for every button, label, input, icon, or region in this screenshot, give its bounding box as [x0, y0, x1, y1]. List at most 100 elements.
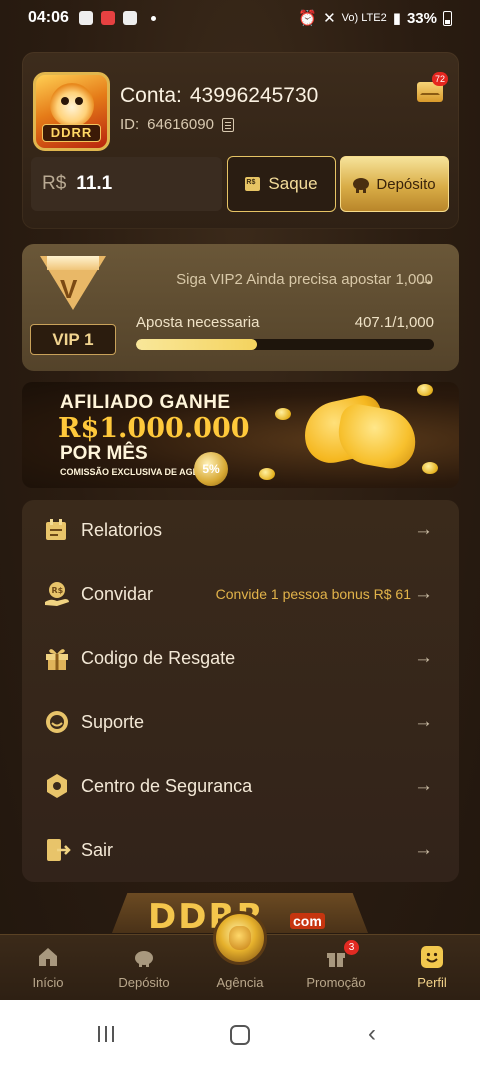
- menu-item-convidar[interactable]: R$ Convidar Convide 1 pessoa bonus R$ 61…: [22, 562, 459, 626]
- withdraw-button[interactable]: Saque: [227, 156, 336, 212]
- menu-item-sair[interactable]: Sair →: [22, 818, 459, 882]
- signal-icon: ▮: [392, 10, 401, 27]
- vip-progress-fill: [136, 339, 258, 350]
- nav-label: Promoção: [306, 975, 366, 990]
- deposit-label: Depósito: [376, 175, 436, 193]
- withdraw-label: Saque: [268, 174, 318, 193]
- banner-line-1: AFILIADO GANHE: [60, 392, 231, 413]
- coin-icon: [259, 468, 275, 480]
- arrow-right-icon: →: [414, 583, 433, 604]
- notification-icons: [78, 11, 156, 25]
- app-notification-icon: [100, 11, 115, 25]
- bet-required-label: Aposta necessaria: [136, 314, 260, 331]
- handshake-icon: [298, 390, 421, 478]
- coin-icon: [422, 462, 438, 474]
- account-number: 43996245730: [189, 84, 319, 107]
- gallery-icon: [78, 11, 93, 25]
- menu-list: Relatorios → R$ Convidar Convide 1 pesso…: [22, 500, 459, 882]
- account-card: DDRR Conta: 43996245730 ID: 64616090 72 R…: [22, 52, 459, 229]
- id-label: ID:: [120, 116, 140, 133]
- recent-apps-icon[interactable]: [96, 1026, 116, 1042]
- id-line: ID: 64616090: [120, 116, 234, 133]
- battery-icon: [443, 10, 452, 26]
- mail-count-badge: 72: [432, 72, 448, 86]
- menu-label: Convidar: [81, 583, 154, 604]
- balance-display: R$ 11.1: [31, 157, 222, 211]
- mail-button[interactable]: 72: [417, 72, 448, 103]
- footer-logo-suffix: com: [290, 913, 325, 929]
- avatar-logo: DDRR: [42, 124, 101, 142]
- vip-message: Siga VIP2 Ainda precisa apostar 1,000: [176, 271, 433, 288]
- support-icon: [46, 711, 68, 733]
- vip-progress-bar: [136, 339, 434, 350]
- arrow-right-icon: →: [414, 519, 433, 540]
- promo-count-badge: 3: [344, 940, 359, 955]
- arrow-right-icon: →: [414, 647, 433, 668]
- nav-label: Início: [32, 975, 64, 990]
- smiley-icon: [421, 946, 443, 968]
- menu-item-codigo-resgate[interactable]: Codigo de Resgate →: [22, 626, 459, 690]
- account-label: Conta:: [120, 84, 182, 107]
- invite-bonus-text: Convide 1 pessoa bonus R$ 61: [215, 586, 411, 602]
- menu-item-centro-seguranca[interactable]: Centro de Seguranca →: [22, 754, 459, 818]
- network-indicator: Vo) LTE2: [341, 12, 387, 24]
- system-navigation-bar: ‹: [0, 1000, 480, 1066]
- nav-promocao[interactable]: Promoção: [288, 935, 384, 1001]
- coin-icon: [275, 408, 291, 420]
- menu-label: Codigo de Resgate: [81, 647, 236, 668]
- arrow-right-icon: →: [414, 775, 433, 796]
- banner-line-3: POR MÊS: [60, 443, 148, 464]
- balance-amount: 11.1: [76, 173, 113, 194]
- vip-level-badge: VIP 1: [30, 324, 116, 355]
- menu-label: Relatorios: [81, 519, 163, 540]
- vip-diamond-icon: V: [40, 256, 106, 314]
- home-button-icon[interactable]: [230, 1025, 250, 1045]
- piggy-bank-icon: [353, 178, 370, 193]
- tiger-mascot-icon: [50, 83, 94, 127]
- back-icon[interactable]: ‹: [368, 1022, 376, 1046]
- piggy-bank-icon: [135, 951, 153, 967]
- gift-icon: [46, 649, 68, 670]
- menu-label: Suporte: [81, 711, 145, 732]
- status-time: 04:06: [28, 9, 69, 26]
- bet-required-value: 407.1/1,000: [354, 314, 434, 331]
- menu-label: Centro de Seguranca: [81, 775, 253, 796]
- invite-coin-icon: R$: [45, 582, 69, 606]
- withdraw-icon: [245, 177, 261, 191]
- affiliate-banner[interactable]: AFILIADO GANHE R$1.000.000 POR MÊS COMIS…: [22, 382, 459, 488]
- menu-label: Sair: [81, 839, 114, 860]
- nav-label: Agência: [216, 975, 264, 990]
- nav-deposito[interactable]: Depósito: [96, 935, 192, 1001]
- menu-item-suporte[interactable]: Suporte →: [22, 690, 459, 754]
- arrow-right-icon: →: [414, 711, 433, 732]
- deposit-button[interactable]: Depósito: [340, 156, 449, 212]
- banner-percent-coin: 5%: [194, 452, 228, 486]
- nav-perfil[interactable]: Perfil: [384, 935, 480, 1001]
- security-icon: [47, 774, 67, 798]
- banner-line-2: R$1.000.000: [58, 413, 250, 444]
- mute-icon: ✕: [323, 10, 336, 27]
- avatar[interactable]: DDRR: [33, 72, 110, 151]
- id-value: 64616090: [147, 116, 214, 133]
- nav-label: Depósito: [118, 975, 170, 990]
- coin-icon: [417, 384, 433, 396]
- exit-icon: [47, 839, 71, 861]
- account-line: Conta: 43996245730: [120, 84, 318, 108]
- money-bag-icon[interactable]: [213, 911, 267, 965]
- system-status: ⏰ ✕ Vo) LTE2 ▮ 33%: [298, 9, 452, 27]
- arrow-right-icon[interactable]: →: [417, 270, 434, 290]
- home-icon: [39, 948, 57, 966]
- copy-icon[interactable]: [221, 117, 234, 132]
- more-dot-icon: [150, 15, 156, 21]
- arrow-right-icon: →: [414, 839, 433, 860]
- report-icon: [46, 519, 66, 540]
- menu-item-relatorios[interactable]: Relatorios →: [22, 498, 459, 562]
- battery-percent: 33%: [406, 9, 437, 27]
- nav-inicio[interactable]: Início: [0, 935, 96, 1001]
- alarm-icon: ⏰: [298, 10, 318, 27]
- vip-card[interactable]: V VIP 1 Siga VIP2 Ainda precisa apostar …: [22, 244, 459, 371]
- status-bar: 04:06 ⏰ ✕ Vo) LTE2 ▮ 33%: [0, 0, 480, 36]
- notification-icon: [122, 11, 137, 25]
- currency-symbol: R$: [42, 173, 67, 194]
- nav-label: Perfil: [417, 975, 447, 990]
